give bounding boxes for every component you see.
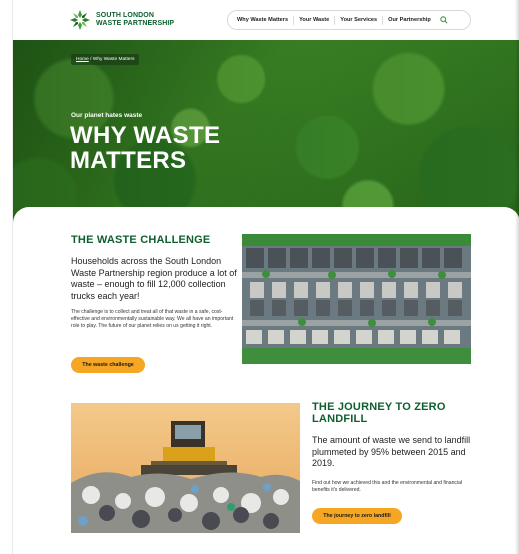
nav-your-waste[interactable]: Your Waste	[294, 15, 336, 25]
zero-landfill-button[interactable]: The journey to zero landfill	[312, 508, 402, 524]
breadcrumb-current: / Why Waste Matters	[88, 57, 135, 62]
nav-your-services[interactable]: Your Services	[335, 15, 384, 25]
hero-banner: Home / Why Waste Matters Our planet hate…	[13, 40, 519, 235]
site-header: SOUTH LONDON WASTE PARTNERSHIP Why Waste…	[13, 0, 519, 40]
search-icon[interactable]	[438, 14, 450, 26]
main-content: THE WASTE CHALLENGE Households across th…	[13, 207, 519, 554]
breadcrumb: Home / Why Waste Matters	[71, 54, 140, 65]
landfill-bulldozer-image	[71, 403, 300, 533]
logo-line1: SOUTH LONDON	[96, 12, 154, 19]
site-logo[interactable]: SOUTH LONDON WASTE PARTNERSHIP	[69, 9, 174, 31]
page-title: WHY WASTE MATTERS	[70, 122, 221, 174]
aerial-housing-image	[242, 234, 471, 364]
breadcrumb-home-link[interactable]: Home	[76, 57, 89, 62]
nav-our-partnership[interactable]: Our Partnership	[383, 16, 436, 25]
logo-text: SOUTH LONDON WASTE PARTNERSHIP	[96, 12, 174, 28]
zero-landfill-heading: THE JOURNEY TO ZERO LANDFILL	[312, 401, 446, 425]
logo-leaf-icon	[69, 9, 91, 31]
nav-why-waste-matters[interactable]: Why Waste Matters	[232, 15, 295, 25]
zero-landfill-body: Find out how we achieved this and the en…	[312, 480, 463, 493]
zero-landfill-lead: The amount of waste we send to landfill …	[312, 435, 471, 468]
logo-line2: WASTE PARTNERSHIP	[96, 20, 175, 27]
waste-challenge-heading: THE WASTE CHALLENGE	[71, 234, 211, 246]
waste-challenge-lead: Households across the South London Waste…	[71, 256, 237, 301]
scroll-edge-shadow	[515, 0, 519, 554]
page: SOUTH LONDON WASTE PARTNERSHIP Why Waste…	[12, 0, 519, 554]
waste-challenge-body: The challenge is to collect and treat al…	[71, 309, 234, 329]
hero-kicker: Our planet hates waste	[71, 112, 143, 119]
waste-challenge-button[interactable]: The waste challenge	[71, 357, 145, 373]
main-nav: Why Waste Matters Your Waste Your Servic…	[227, 10, 471, 30]
